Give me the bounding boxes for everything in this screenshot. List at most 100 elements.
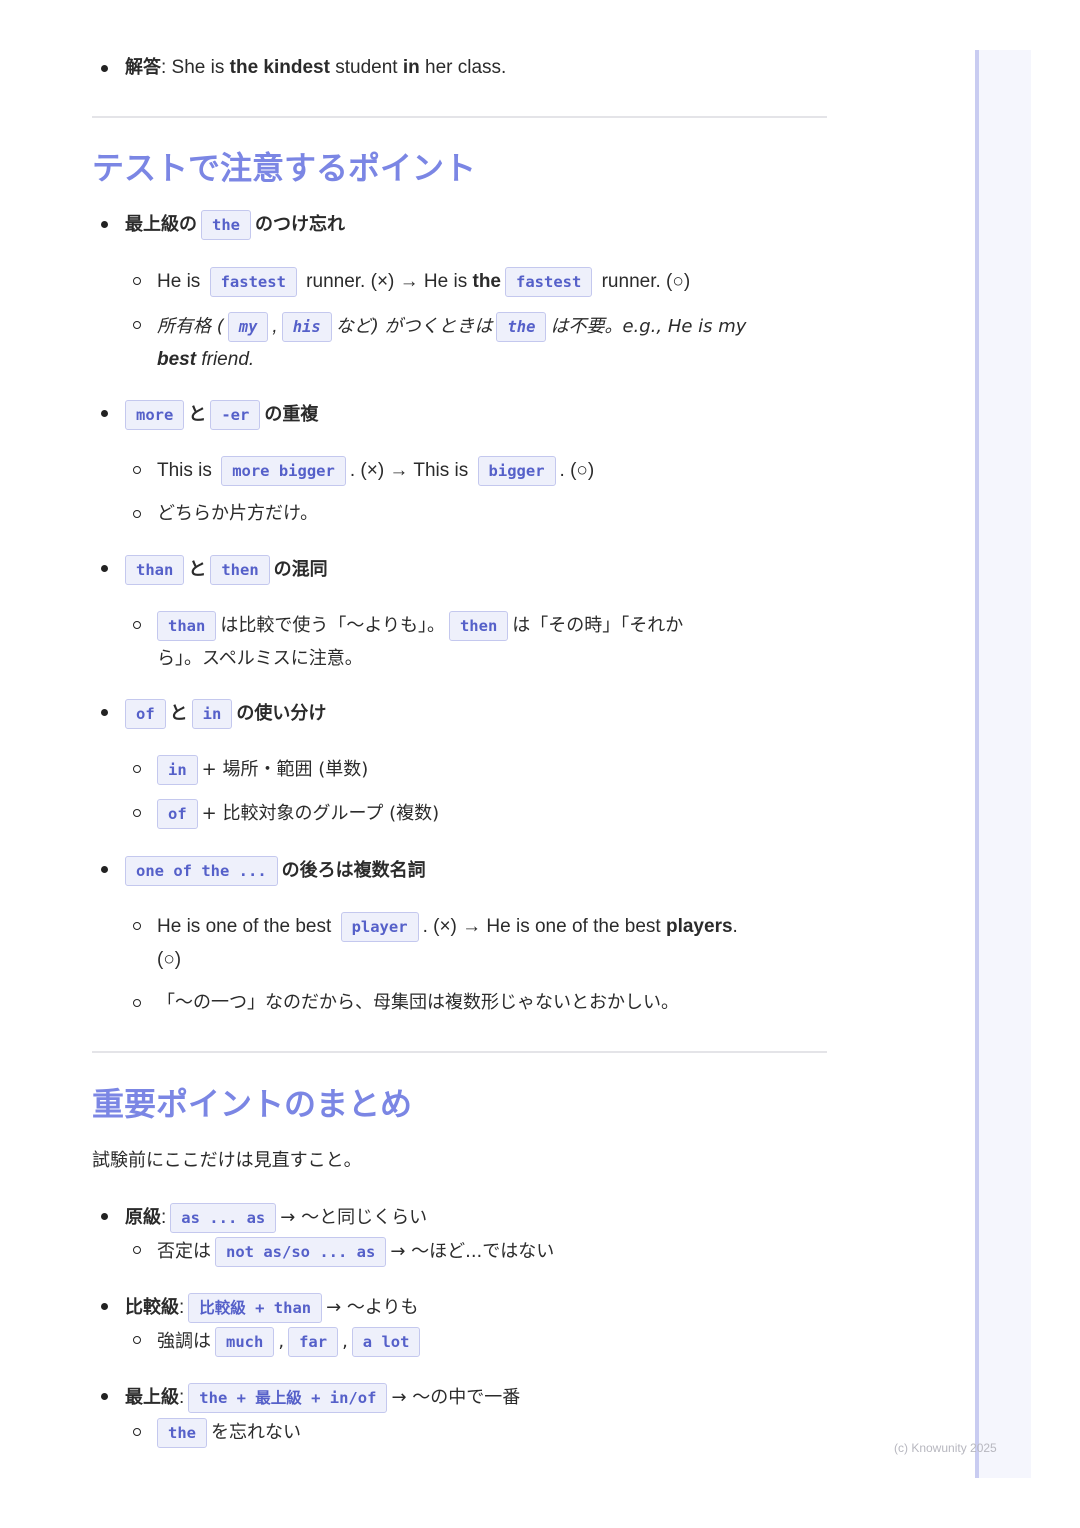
code-snippet: in [157,755,198,785]
item-text: は「その時」「それか [512,615,684,636]
section-heading: テストで注意するポイント [92,149,477,187]
heading-text: と [188,559,207,581]
item-text: 否定は [157,1241,211,1262]
sub-bullet-marker [133,510,141,518]
list-item-heading: more と -er の重複 [121,400,318,430]
heading-text: の重複 [264,404,319,426]
sub-bullet-marker [133,1428,141,1436]
code-snippet: not as/so ... as [215,1237,387,1267]
item-text: + 場所・範囲 (単数) [201,759,369,780]
sub-bullet-marker [133,999,141,1007]
item-text: は不要。e.g., He is my [550,316,747,338]
sub-bullet-marker [133,765,141,773]
code-snippet: then [448,611,509,641]
code-snippet: of [125,699,166,729]
code-snippet: more [125,400,185,430]
bullet-marker [101,866,108,873]
item-text: → 〜と同じくらい [280,1207,428,1229]
bullet-marker [101,1213,108,1220]
answer-text: student [329,57,403,78]
item-bold: players [665,916,733,938]
sub-bullet-marker [133,621,141,629]
answer-text: : She is [161,57,230,78]
sub-list-item: どちらか片方だけ。 [157,503,319,524]
code-snippet: fastest [209,267,297,297]
sub-list-item: 所有格 (my, his など) がつくときは the は不要。e.g., He is … [157,312,746,342]
sub-bullet-marker [133,809,141,817]
bullet-marker [101,221,108,228]
summary-label: 比較級 [125,1297,179,1319]
answer-line: 解答: She is the kindest student in her cl… [125,54,506,82]
sub-bullet-marker [133,277,141,285]
item-text: runner. (×) → He is [300,271,473,293]
code-snippet: -er [210,400,261,430]
item-text: , [272,316,278,338]
code-snippet: than [157,611,217,641]
sub-list-item-continued: ら」。スペルミスに注意。 [157,648,363,669]
item-text: He is one of the best [157,916,337,938]
bullet-marker [101,65,108,72]
bullet-marker [101,1303,108,1310]
item-text: . (○) [559,460,595,482]
code-snippet: the [496,312,547,342]
item-text: runner. (○) [596,271,691,293]
sub-list-item: He is one of the best player. (×) → He i… [157,912,738,942]
item-text: . (×) → He is one of the best [422,916,666,938]
code-snippet: in [191,699,233,729]
sub-list-item: in + 場所・範囲 (単数) [153,755,368,785]
sub-list-item-continued: best friend. [157,346,254,374]
code-snippet: far [288,1327,339,1357]
code-snippet: then [210,555,270,585]
code-snippet: the + 最上級 + in/of [188,1383,388,1413]
item-text: → 〜の中で一番 [391,1387,521,1409]
sub-bullet-marker [133,922,141,930]
item-text: → 〜ほど...ではない [390,1241,555,1262]
section-heading: 重要ポイントのまとめ [92,1085,413,1123]
item-text: 強調は [157,1331,211,1352]
list-item-heading: one of the ... の後ろは複数名詞 [121,856,426,886]
document-content: 解答: She is the kindest student in her cl… [0,0,1080,1528]
code-snippet: more bigger [221,456,346,486]
item-text: 所有格 ( [157,316,224,338]
item-text: friend. [196,349,255,370]
code-snippet: of [157,799,198,829]
summary-label: 原級 [125,1207,161,1229]
sub-list-item: 強調は much, far, a lot [157,1327,424,1357]
answer-bold: in [402,57,420,78]
summary-label: 最上級 [125,1387,179,1409]
heading-text: 最上級の [125,214,197,236]
heading-text: の混同 [273,559,328,581]
item-bold: best [157,349,197,370]
code-snippet: player [340,912,419,942]
heading-text: と [188,404,207,426]
item-text: など) がつくときは [335,316,493,338]
code-snippet: a lot [351,1327,421,1357]
answer-text: her class. [419,57,507,78]
bullet-marker [101,565,108,572]
sub-list-item: This is more bigger. (×) → This is bigge… [157,456,594,486]
sub-list-item: the を忘れない [153,1418,301,1448]
code-snippet: 比較級 + than [188,1293,323,1323]
code-snippet: much [215,1327,275,1357]
divider [92,1051,827,1053]
item-text: を忘れない [211,1422,301,1443]
code-snippet: my [227,312,269,342]
code-snippet: the [157,1418,207,1448]
heading-text: の後ろは複数名詞 [281,860,426,882]
sub-bullet-marker [133,466,141,474]
code-snippet: than [125,555,185,585]
code-snippet: his [281,312,332,342]
sub-list-item: than は比較で使う「〜よりも」。 then は「その時」「それか [153,611,683,641]
sub-list-item: He is fastest runner. (×) → He is the fas… [157,267,690,297]
item-bold: the [472,271,502,293]
code-snippet: as ... as [170,1203,277,1233]
sub-list-item-continued: (○) [157,949,182,970]
list-item-heading: than と then の混同 [121,555,328,585]
heading-text: のつけ忘れ [255,214,345,236]
sub-list-item: 否定は not as/so ... as → 〜ほど...ではない [157,1237,554,1267]
section-intro: 試験前にここだけは見直すこと。 [92,1150,362,1171]
item-text: This is [157,460,218,482]
sub-bullet-marker [133,321,141,329]
answer-bold: the kindest [229,57,330,78]
summary-item: 比較級: 比較級 + than → 〜よりも [125,1293,419,1323]
